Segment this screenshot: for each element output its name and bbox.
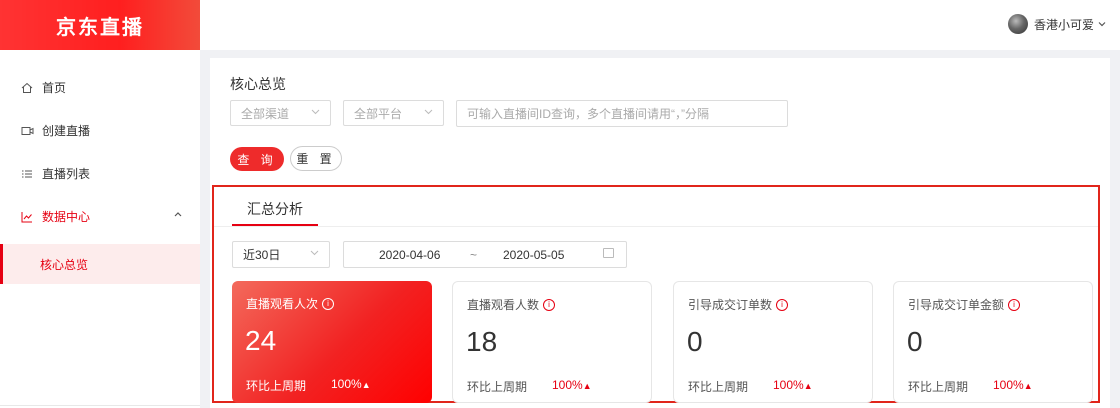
stat-value: 0	[687, 326, 703, 357]
chevron-down-icon	[424, 107, 433, 118]
stat-label-text: 直播观看人次	[246, 297, 319, 311]
info-icon[interactable]: i	[776, 298, 789, 311]
change-percent: 100%▲	[773, 378, 813, 392]
change-value: 100%	[773, 378, 804, 392]
username[interactable]: 香港小可爱	[1034, 16, 1094, 33]
query-button[interactable]: 查 询	[230, 147, 284, 171]
chevron-down-icon	[311, 107, 320, 118]
chevron-down-icon[interactable]	[1098, 19, 1106, 30]
trend-up-icon: ▲	[803, 381, 813, 391]
stat-card-order-count[interactable]: 引导成交订单数 i 0 环比上周期 100%▲	[673, 281, 873, 403]
compare-label: 环比上周期	[246, 379, 307, 393]
sidebar-item-home[interactable]: 首页	[0, 66, 200, 109]
stat-label: 直播观看人数 i	[467, 296, 556, 313]
stat-value: 24	[245, 325, 277, 356]
date-range-picker[interactable]: 2020-04-06 ~ 2020-05-05	[343, 241, 627, 268]
sidebar-item-label: 数据中心	[42, 210, 91, 224]
info-icon[interactable]: i	[1008, 298, 1021, 311]
stat-label-text: 直播观看人数	[467, 298, 540, 312]
compare-label: 环比上周期	[908, 380, 969, 394]
change-percent: 100%▲	[331, 377, 371, 391]
stat-card-view-count[interactable]: 直播观看人次 i 24 环比上周期 100%▲	[232, 281, 432, 403]
stat-label-text: 引导成交订单金额	[908, 298, 1005, 312]
trend-up-icon: ▲	[582, 381, 592, 391]
info-icon[interactable]: i	[322, 297, 335, 310]
sidebar-item-core-overview[interactable]: 核心总览	[0, 244, 200, 284]
stat-value: 18	[466, 326, 498, 357]
compare-label: 环比上周期	[467, 380, 528, 394]
sidebar-nav: 首页 创建直播 直播列表 数据中心 核心总览	[0, 66, 200, 284]
sidebar-item-label: 直播列表	[42, 167, 91, 181]
date-start[interactable]: 2020-04-06	[379, 248, 440, 262]
avatar[interactable]	[1007, 14, 1028, 34]
sidebar-subitem-label: 核心总览	[40, 257, 89, 272]
channel-select-value: 全部渠道	[241, 106, 290, 121]
top-header: 香港小可爱	[200, 0, 1120, 50]
date-separator: ~	[470, 248, 478, 262]
trend-up-icon: ▲	[361, 380, 371, 390]
line-chart-icon	[20, 210, 34, 224]
change-percent: 100%▲	[993, 378, 1033, 392]
sidebar-item-live-list[interactable]: 直播列表	[0, 152, 200, 195]
stat-label: 引导成交订单数 i	[688, 296, 789, 313]
sidebar-item-create-live[interactable]: 创建直播	[0, 109, 200, 152]
compare-label: 环比上周期	[688, 380, 749, 394]
stat-label-text: 引导成交订单数	[688, 298, 773, 312]
chevron-up-icon[interactable]	[174, 209, 182, 220]
change-value: 100%	[552, 378, 583, 392]
video-camera-icon	[20, 124, 34, 138]
stat-label: 引导成交订单金额 i	[908, 296, 1021, 313]
change-value: 100%	[331, 377, 362, 391]
reset-button[interactable]: 重 置	[290, 146, 342, 171]
sidebar-item-label: 创建直播	[42, 124, 91, 138]
divider	[214, 226, 1098, 227]
period-select[interactable]: 近30日	[232, 241, 330, 268]
channel-select[interactable]: 全部渠道	[230, 100, 331, 126]
tab-summary-analysis[interactable]: 汇总分析	[232, 199, 318, 219]
sidebar-item-label: 首页	[42, 81, 67, 95]
list-icon	[20, 167, 34, 181]
home-icon	[20, 81, 34, 95]
trend-up-icon: ▲	[1023, 381, 1033, 391]
page-title: 核心总览	[230, 76, 286, 92]
change-percent: 100%▲	[552, 378, 592, 392]
sidebar-item-data-center[interactable]: 数据中心	[0, 195, 200, 238]
stat-card-viewer-count[interactable]: 直播观看人数 i 18 环比上周期 100%▲	[452, 281, 652, 403]
live-room-id-search-input[interactable]	[456, 100, 788, 127]
platform-select-value: 全部平台	[354, 106, 403, 121]
stat-card-order-amount[interactable]: 引导成交订单金额 i 0 环比上周期 100%▲	[893, 281, 1093, 403]
info-icon[interactable]: i	[543, 298, 556, 311]
stat-label: 直播观看人次 i	[246, 295, 335, 312]
summary-analysis-panel: 汇总分析 近30日 2020-04-06 ~ 2020-05-05 直播观看人次…	[212, 185, 1100, 403]
brand-logo[interactable]: 京东直播	[0, 0, 200, 50]
stat-value: 0	[907, 326, 923, 357]
period-select-value: 近30日	[243, 248, 281, 262]
change-value: 100%	[993, 378, 1024, 392]
platform-select[interactable]: 全部平台	[343, 100, 444, 126]
chevron-down-icon	[310, 248, 319, 259]
divider	[0, 405, 200, 406]
user-menu[interactable]: 香港小可爱	[1007, 14, 1106, 34]
calendar-icon[interactable]	[603, 248, 614, 258]
sidebar: 京东直播 首页 创建直播 直播列表 数据中心 核心总览	[0, 0, 200, 408]
date-end[interactable]: 2020-05-05	[503, 248, 564, 262]
